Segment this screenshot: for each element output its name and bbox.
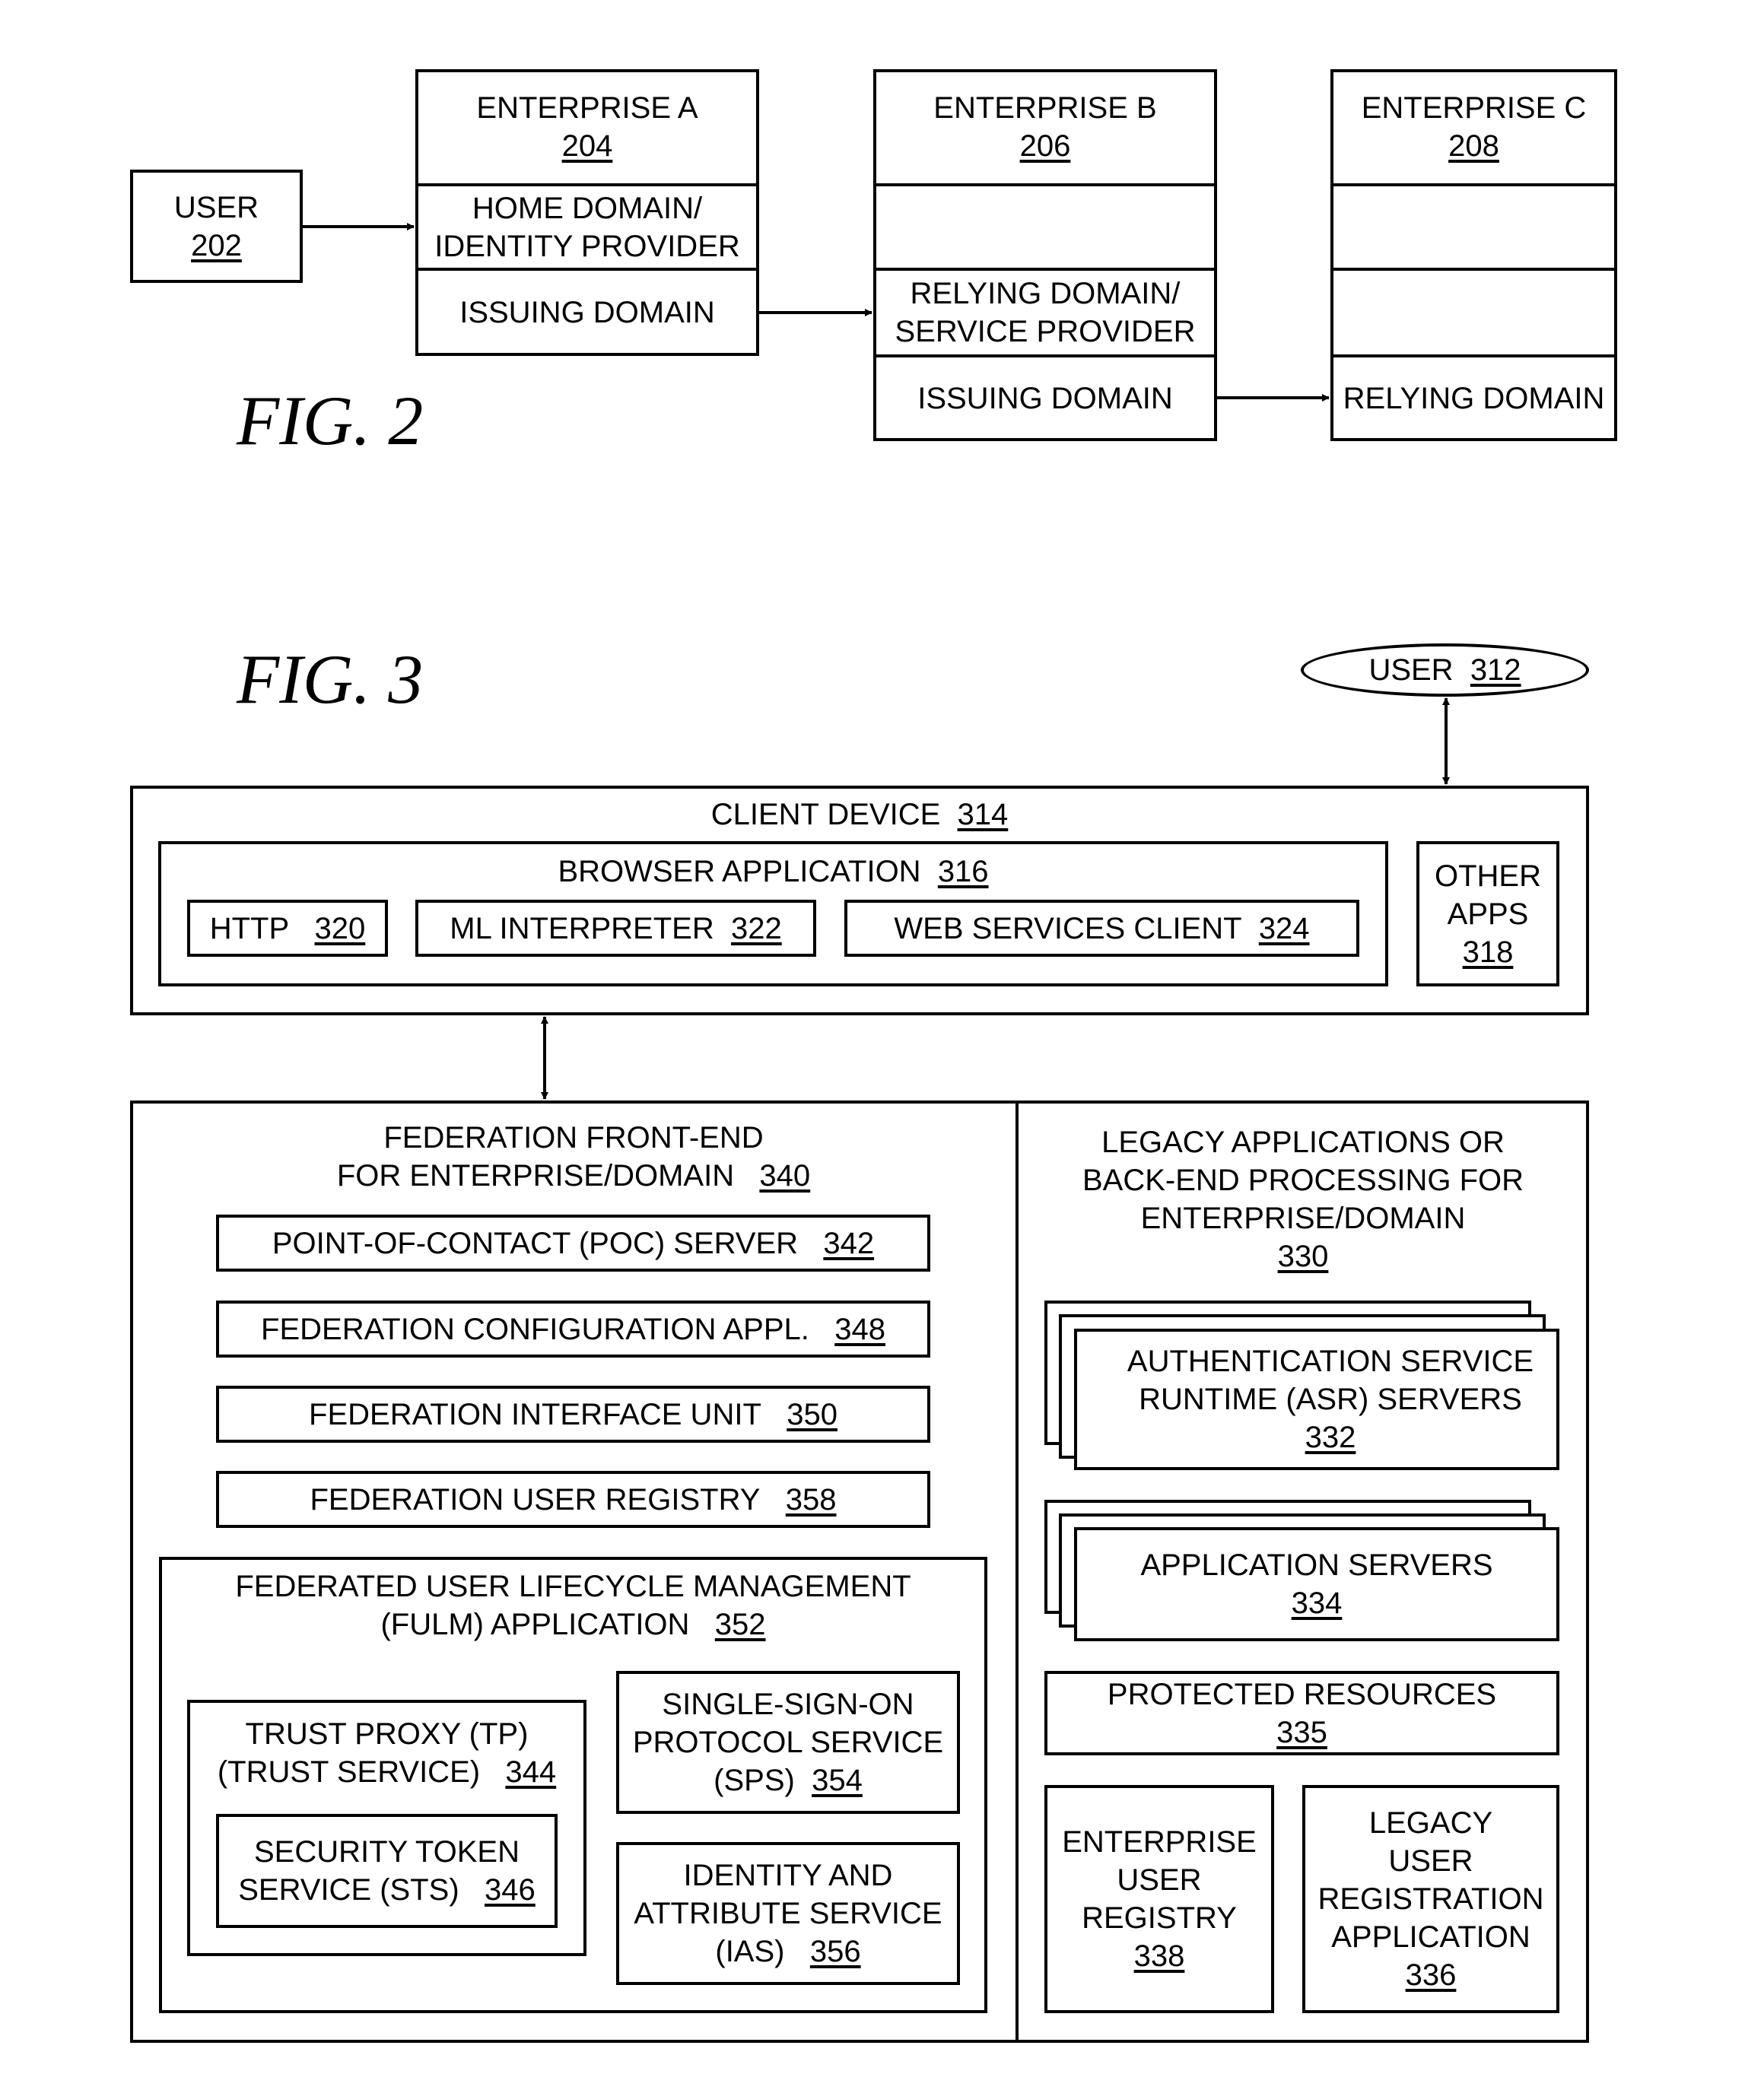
arrows-layer <box>303 223 1450 1100</box>
